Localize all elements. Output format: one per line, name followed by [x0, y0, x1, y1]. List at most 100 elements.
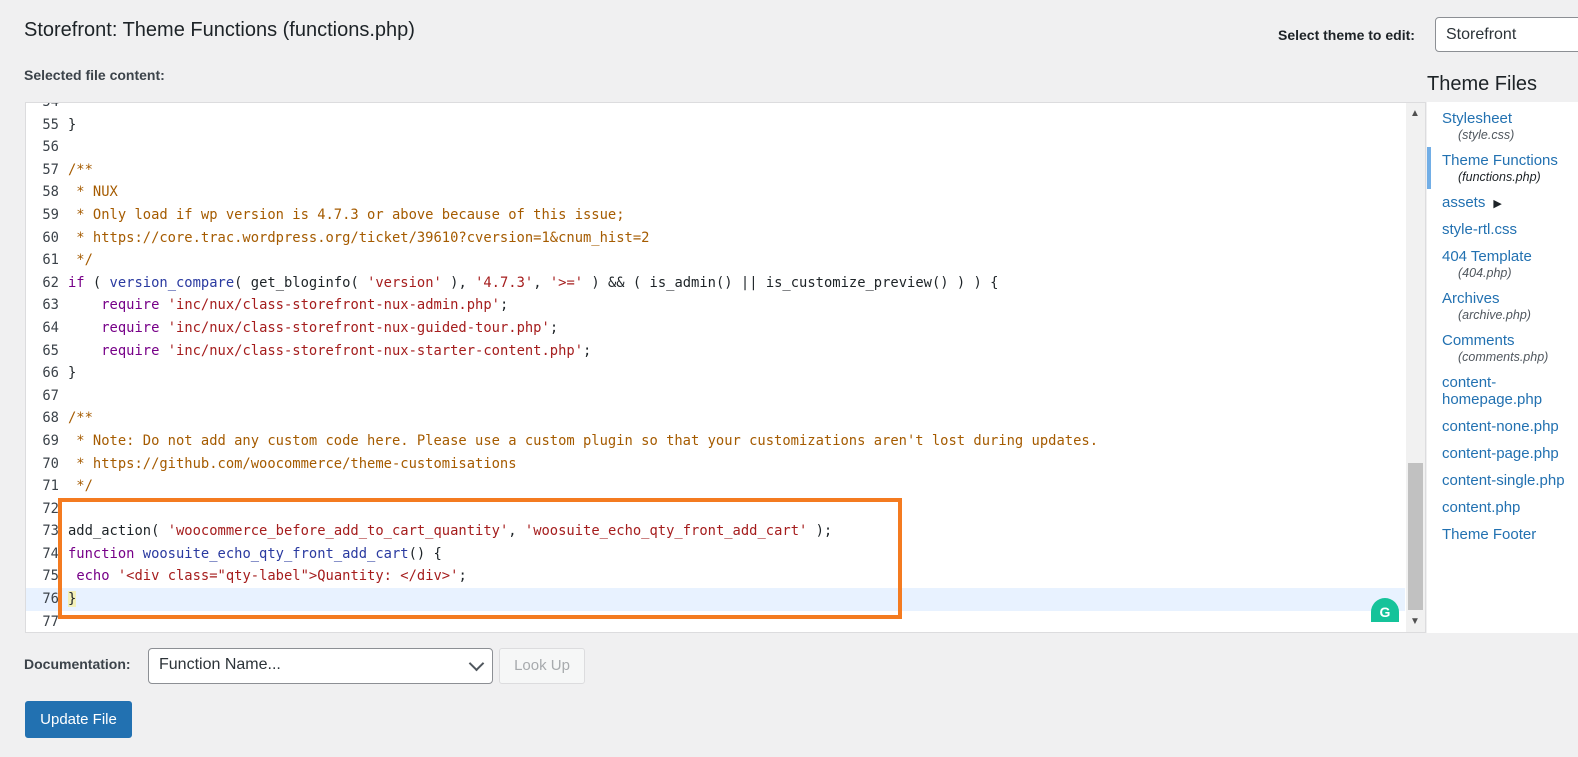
code-text: require 'inc/nux/class-storefront-nux-st… [101, 342, 592, 359]
editor-scrollbar[interactable]: ▲ ▼ [1406, 103, 1425, 632]
line-number: 62 [42, 274, 59, 291]
code-line: 72 [26, 498, 1405, 521]
scroll-up-arrow-icon[interactable]: ▲ [1410, 108, 1420, 119]
theme-file-link[interactable]: Theme Functions [1442, 152, 1558, 169]
look-up-button[interactable]: Look Up [499, 648, 585, 684]
code-line: 74 function woosuite_echo_qty_front_add_c… [26, 543, 1405, 566]
file-name-caption: (404.php) [1458, 266, 1512, 280]
documentation-label: Documentation: [24, 656, 131, 672]
theme-file-item[interactable]: Archives (archive.php) [1427, 285, 1578, 327]
code-line: 73 add_action( 'woocommerce_before_add_to… [26, 520, 1405, 543]
code-line: 61 */ [26, 249, 1405, 272]
line-number: 75 [42, 568, 59, 585]
code-line: 58 * NUX [26, 181, 1405, 204]
line-number: 58 [42, 184, 59, 201]
theme-file-item[interactable]: style-rtl.css [1427, 216, 1578, 243]
code-editor[interactable]: 54 55} 56 57 /** 58 * NUX 59 * Only load if wp… [25, 102, 1426, 633]
theme-file-link[interactable]: Archives [1442, 290, 1500, 307]
theme-file-item[interactable]: content-single.php [1427, 467, 1578, 494]
line-number: 61 [42, 252, 59, 269]
line-number: 64 [42, 319, 59, 336]
code-text: } [68, 365, 77, 382]
code-line: 62 if ( version_compare( get_bloginfo( 'v… [26, 272, 1405, 295]
line-number: 55 [42, 116, 59, 133]
code-line: 63 require 'inc/nux/class-storefront-nux… [26, 294, 1405, 317]
code-text: /** [68, 161, 93, 178]
code-line: 64 require 'inc/nux/class-storefront-nux… [26, 317, 1405, 340]
theme-file-link[interactable]: content-homepage.php [1442, 374, 1542, 408]
code-line: 70 * https://github.com/woocommerce/them… [26, 453, 1405, 476]
line-number: 70 [42, 455, 59, 472]
code-text: if ( version_compare( get_bloginfo( 'ver… [68, 274, 999, 291]
select-theme-label: Select theme to edit: [1278, 27, 1415, 43]
theme-file-link[interactable]: content-page.php [1442, 445, 1559, 462]
line-number: 54 [42, 102, 59, 110]
theme-file-link[interactable]: 404 Template [1442, 248, 1532, 265]
theme-file-link[interactable]: content.php [1442, 499, 1520, 516]
code-text: /** [68, 410, 93, 427]
theme-file-item[interactable]: 404 Template (404.php) [1427, 243, 1578, 285]
code-line: 66} [26, 362, 1405, 385]
code-lines: 54 55} 56 57 /** 58 * NUX 59 * Only load if wp… [26, 102, 1405, 632]
theme-file-link[interactable]: style-rtl.css [1442, 221, 1517, 238]
function-name-select[interactable]: Function Name... [148, 648, 493, 684]
code-text: * https://core.trac.wordpress.org/ticket… [68, 229, 650, 246]
line-number: 69 [42, 432, 59, 449]
folder-link[interactable]: assets [1442, 194, 1485, 211]
file-name-caption: (functions.php) [1458, 170, 1541, 184]
scroll-down-arrow-icon[interactable]: ▼ [1410, 616, 1420, 627]
scroll-thumb[interactable] [1408, 463, 1423, 610]
page-title: Storefront: Theme Functions (functions.p… [24, 19, 415, 41]
theme-file-item[interactable]: Theme Functions (functions.php) [1427, 147, 1578, 189]
theme-file-item[interactable]: content-page.php [1427, 440, 1578, 467]
chevron-down-icon [468, 655, 485, 672]
theme-file-link[interactable]: content-single.php [1442, 472, 1565, 489]
line-number: 71 [42, 478, 59, 495]
file-name-caption: (archive.php) [1458, 308, 1531, 322]
theme-file-link[interactable]: Comments [1442, 332, 1515, 349]
theme-file-item[interactable]: assets ▶ [1427, 189, 1578, 216]
code-line: 55} [26, 114, 1405, 137]
line-number: 59 [42, 206, 59, 223]
line-number: 76 [42, 591, 59, 608]
code-line: 76} [26, 588, 1405, 611]
code-line: 71 */ [26, 475, 1405, 498]
code-text: } [68, 591, 77, 608]
theme-file-item[interactable]: Theme Footer [1427, 521, 1578, 548]
code-line: 56 [26, 136, 1405, 159]
expand-triangle-icon[interactable]: ▶ [1493, 198, 1501, 210]
function-name-select-value: Function Name... [159, 656, 281, 673]
line-number: 74 [42, 545, 59, 562]
theme-file-item[interactable]: content.php [1427, 494, 1578, 521]
line-number: 57 [42, 161, 59, 178]
line-number: 60 [42, 229, 59, 246]
theme-file-item[interactable]: Comments (comments.php) [1427, 327, 1578, 369]
grammarly-icon[interactable]: G [1371, 598, 1399, 622]
line-number: 73 [42, 523, 59, 540]
theme-file-link[interactable]: Stylesheet [1442, 110, 1512, 127]
code-text: add_action( 'woocommerce_before_add_to_c… [68, 523, 833, 540]
code-line: 57 /** [26, 159, 1405, 182]
theme-select[interactable]: Storefront [1435, 17, 1578, 52]
code-text: * NUX [68, 184, 118, 201]
line-number: 66 [42, 365, 59, 382]
theme-file-item[interactable]: content-none.php [1427, 413, 1578, 440]
line-number: 56 [42, 139, 59, 156]
code-text: * Only load if wp version is 4.7.3 or ab… [68, 206, 625, 223]
theme-files-list: Stylesheet (style.css) Theme Functions (fun… [1427, 102, 1578, 633]
line-number: 68 [42, 410, 59, 427]
code-line: 54 [26, 102, 1405, 114]
code-line: 75 echo '<div class="qty-label">Quantity… [26, 565, 1405, 588]
theme-file-item[interactable]: Stylesheet (style.css) [1427, 102, 1578, 147]
update-file-button[interactable]: Update File [25, 701, 132, 738]
line-number: 77 [42, 613, 59, 630]
line-number: 67 [42, 387, 59, 404]
code-line: 69 * Note: Do not add any custom code he… [26, 430, 1405, 453]
code-line: 77 [26, 611, 1405, 632]
code-text: require 'inc/nux/class-storefront-nux-ad… [101, 297, 509, 314]
line-number: 65 [42, 342, 59, 359]
code-text: * https://github.com/woocommerce/theme-c… [68, 455, 517, 472]
theme-file-item[interactable]: content-homepage.php [1427, 369, 1578, 413]
theme-file-link[interactable]: content-none.php [1442, 418, 1559, 435]
theme-file-link[interactable]: Theme Footer [1442, 526, 1536, 543]
